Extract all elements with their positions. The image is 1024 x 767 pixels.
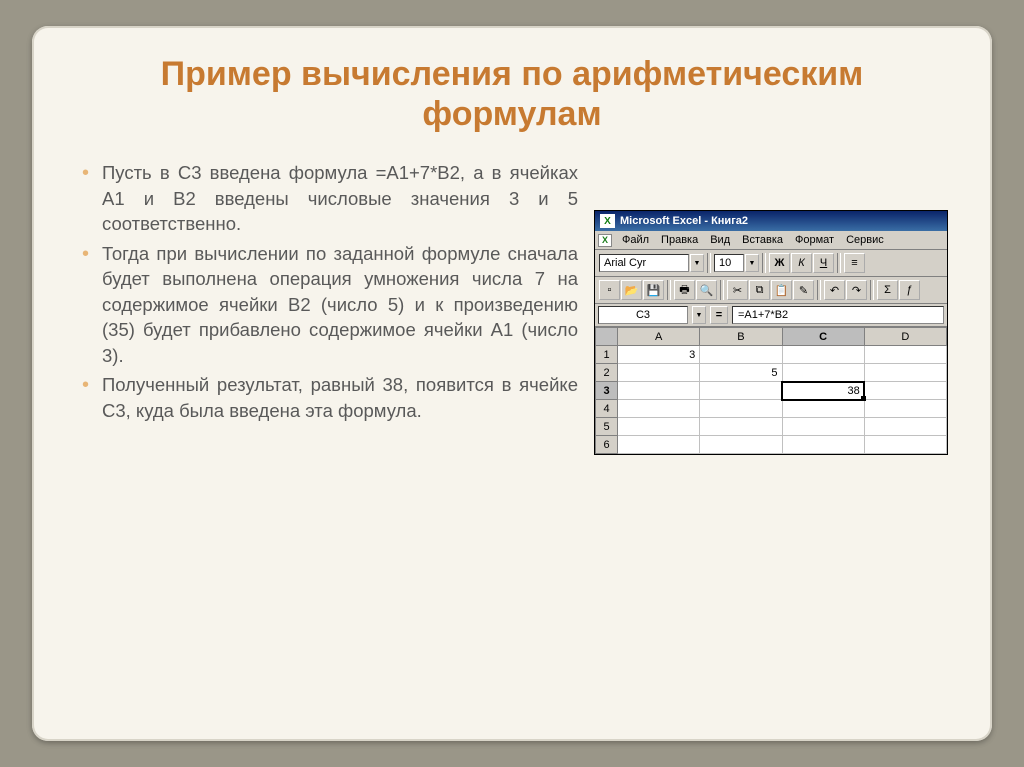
separator: [667, 280, 671, 300]
menu-format[interactable]: Формат: [789, 233, 840, 247]
row-header-3[interactable]: 3: [596, 382, 618, 400]
spreadsheet-grid[interactable]: A B C D 1 3 2: [595, 327, 947, 454]
excel-app-icon: X: [600, 214, 615, 228]
row-header-5[interactable]: 5: [596, 418, 618, 436]
italic-button[interactable]: К: [791, 253, 812, 273]
cell-b6[interactable]: [700, 436, 782, 454]
redo-icon[interactable]: ↷: [846, 280, 867, 300]
underline-button[interactable]: Ч: [813, 253, 834, 273]
preview-icon[interactable]: 🔍: [696, 280, 717, 300]
row-header-6[interactable]: 6: [596, 436, 618, 454]
font-size-box[interactable]: 10: [714, 254, 744, 272]
excel-window: X Microsoft Excel - Книга2 X Файл Правка…: [594, 210, 948, 455]
excel-title-text: Microsoft Excel - Книга2: [620, 215, 748, 227]
font-name-box[interactable]: Arial Cyr: [599, 254, 689, 272]
menu-tools[interactable]: Сервис: [840, 233, 890, 247]
print-icon[interactable]: 🖶: [674, 280, 695, 300]
cell-a3[interactable]: [618, 382, 700, 400]
row-header-1[interactable]: 1: [596, 346, 618, 364]
cell-d2[interactable]: [864, 364, 946, 382]
row-header-4[interactable]: 4: [596, 400, 618, 418]
separator: [870, 280, 874, 300]
undo-icon[interactable]: ↶: [824, 280, 845, 300]
separator: [837, 253, 841, 273]
row-header-2[interactable]: 2: [596, 364, 618, 382]
font-size-dropdown-icon[interactable]: ▼: [745, 254, 759, 272]
name-box[interactable]: C3: [598, 306, 688, 324]
cell-c3[interactable]: 38: [782, 382, 864, 400]
slide-title: Пример вычисления по арифметическим форм…: [76, 54, 948, 134]
cell-b4[interactable]: [700, 400, 782, 418]
formatting-toolbar: Arial Cyr ▼ 10 ▼ Ж К Ч ≡: [595, 250, 947, 277]
cell-b3[interactable]: [700, 382, 782, 400]
cell-d5[interactable]: [864, 418, 946, 436]
copy-icon[interactable]: ⧉: [749, 280, 770, 300]
cell-c4[interactable]: [782, 400, 864, 418]
cell-b2[interactable]: 5: [700, 364, 782, 382]
save-icon[interactable]: 💾: [643, 280, 664, 300]
cell-c5[interactable]: [782, 418, 864, 436]
cell-d1[interactable]: [864, 346, 946, 364]
bullet-item: Пусть в C3 введена формула =A1+7*B2, а в…: [76, 160, 578, 237]
cell-a2[interactable]: [618, 364, 700, 382]
bullet-list: Пусть в C3 введена формула =A1+7*B2, а в…: [76, 160, 578, 427]
name-box-dropdown-icon[interactable]: ▼: [692, 306, 706, 324]
separator: [707, 253, 711, 273]
bullet-item: Тогда при вычислении по заданной формуле…: [76, 241, 578, 369]
bullet-item: Полученный результат, равный 38, появитс…: [76, 372, 578, 423]
col-header-a[interactable]: A: [618, 328, 700, 346]
standard-toolbar: ▫ 📂 💾 🖶 🔍 ✂ ⧉ 📋 ✎ ↶ ↷ Σ ƒ: [595, 277, 947, 304]
menu-insert[interactable]: Вставка: [736, 233, 789, 247]
cell-d4[interactable]: [864, 400, 946, 418]
cell-d6[interactable]: [864, 436, 946, 454]
excel-titlebar: X Microsoft Excel - Книга2: [595, 211, 947, 231]
align-left-button[interactable]: ≡: [844, 253, 865, 273]
open-icon[interactable]: 📂: [621, 280, 642, 300]
fx-icon[interactable]: ƒ: [899, 280, 920, 300]
separator: [720, 280, 724, 300]
new-icon[interactable]: ▫: [599, 280, 620, 300]
menu-edit[interactable]: Правка: [655, 233, 704, 247]
formula-input[interactable]: =A1+7*B2: [732, 306, 944, 324]
cell-c6[interactable]: [782, 436, 864, 454]
cell-b1[interactable]: [700, 346, 782, 364]
cell-a4[interactable]: [618, 400, 700, 418]
cell-c1[interactable]: [782, 346, 864, 364]
menu-view[interactable]: Вид: [704, 233, 736, 247]
select-all-corner[interactable]: [596, 328, 618, 346]
cell-c2[interactable]: [782, 364, 864, 382]
cell-a5[interactable]: [618, 418, 700, 436]
cell-a1[interactable]: 3: [618, 346, 700, 364]
excel-doc-icon: X: [598, 234, 612, 247]
sum-icon[interactable]: Σ: [877, 280, 898, 300]
col-header-c[interactable]: C: [782, 328, 864, 346]
cell-a6[interactable]: [618, 436, 700, 454]
separator: [817, 280, 821, 300]
formula-bar: C3 ▼ = =A1+7*B2: [595, 304, 947, 327]
font-name-dropdown-icon[interactable]: ▼: [690, 254, 704, 272]
cell-b5[interactable]: [700, 418, 782, 436]
excel-menubar[interactable]: X Файл Правка Вид Вставка Формат Сервис: [595, 231, 947, 250]
equals-button[interactable]: =: [710, 306, 728, 324]
format-painter-icon[interactable]: ✎: [793, 280, 814, 300]
col-header-d[interactable]: D: [864, 328, 946, 346]
bold-button[interactable]: Ж: [769, 253, 790, 273]
slide: Пример вычисления по арифметическим форм…: [32, 26, 992, 741]
menu-file[interactable]: Файл: [616, 233, 655, 247]
slide-content: Пусть в C3 введена формула =A1+7*B2, а в…: [76, 160, 948, 455]
separator: [762, 253, 766, 273]
cut-icon[interactable]: ✂: [727, 280, 748, 300]
col-header-b[interactable]: B: [700, 328, 782, 346]
excel-screenshot: X Microsoft Excel - Книга2 X Файл Правка…: [594, 160, 948, 455]
cell-d3[interactable]: [864, 382, 946, 400]
paste-icon[interactable]: 📋: [771, 280, 792, 300]
